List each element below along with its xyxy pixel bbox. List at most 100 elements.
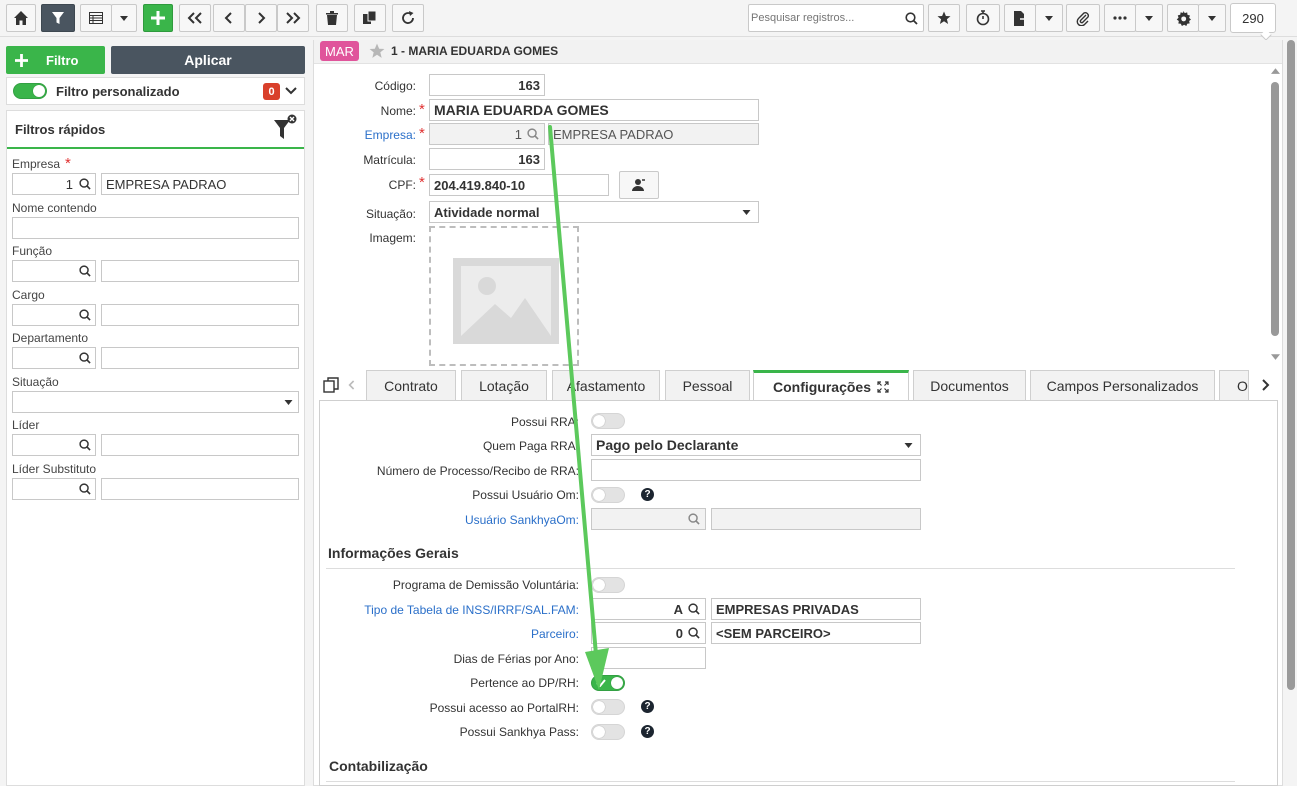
record-scrollbar[interactable] bbox=[1269, 66, 1281, 362]
cpf-label: CPF: bbox=[388, 178, 416, 192]
copy-tab-icon[interactable] bbox=[323, 377, 339, 393]
scrollbar-thumb[interactable] bbox=[1271, 82, 1279, 336]
home-button[interactable] bbox=[6, 4, 36, 32]
refresh-button[interactable] bbox=[392, 4, 424, 32]
help-icon[interactable]: ? bbox=[641, 700, 654, 713]
custom-filter-toggle[interactable] bbox=[13, 83, 47, 99]
custom-filter-count-badge: 0 bbox=[263, 83, 280, 100]
timer-button[interactable] bbox=[966, 4, 1000, 32]
filter-cargo-name[interactable] bbox=[101, 304, 299, 326]
image-upload-area[interactable] bbox=[429, 226, 579, 366]
situacao-select[interactable]: Atividade normal bbox=[429, 201, 759, 223]
scroll-down-icon[interactable] bbox=[1271, 354, 1280, 360]
tabs-scroll-left-icon[interactable] bbox=[348, 379, 356, 391]
search-icon[interactable] bbox=[79, 352, 91, 364]
add-record-button[interactable] bbox=[143, 4, 173, 32]
help-icon[interactable]: ? bbox=[641, 725, 654, 738]
filter-lider-name[interactable] bbox=[101, 434, 299, 456]
delete-button[interactable] bbox=[316, 4, 348, 32]
nome-field[interactable]: MARIA EDUARDA GOMES bbox=[429, 99, 759, 121]
tab-contrato[interactable]: Contrato bbox=[366, 370, 456, 400]
scroll-up-icon[interactable] bbox=[1271, 68, 1280, 74]
codigo-label: Código: bbox=[374, 79, 416, 93]
tab-pessoal[interactable]: Pessoal bbox=[665, 370, 750, 400]
export-dropdown[interactable] bbox=[1035, 4, 1063, 32]
previous-record-button[interactable] bbox=[213, 4, 245, 32]
settings-button[interactable] bbox=[1167, 4, 1199, 32]
tipo-tabela-name: EMPRESAS PRIVADAS bbox=[716, 601, 859, 617]
search-icon[interactable] bbox=[688, 627, 700, 639]
possui-rra-toggle[interactable] bbox=[591, 413, 625, 429]
grid-view-button[interactable] bbox=[80, 4, 112, 32]
programa-demissao-toggle[interactable] bbox=[591, 577, 625, 593]
paperclip-icon bbox=[1076, 11, 1089, 26]
tab-configuracoes[interactable]: Configurações bbox=[753, 370, 909, 401]
caret-down-icon[interactable] bbox=[904, 443, 913, 448]
search-icon[interactable] bbox=[79, 439, 91, 451]
filter-lider-sub-name[interactable] bbox=[101, 478, 299, 500]
last-record-button[interactable] bbox=[277, 4, 309, 32]
search-icon[interactable] bbox=[79, 265, 91, 277]
expand-icon[interactable] bbox=[877, 381, 889, 393]
num-processo-field[interactable] bbox=[591, 459, 921, 481]
search-icon[interactable] bbox=[688, 513, 700, 525]
tab-campos-personalizados[interactable]: Campos Personalizados bbox=[1030, 370, 1215, 400]
parceiro-name: <SEM PARCEIRO> bbox=[716, 625, 831, 641]
filter-toggle-button[interactable] bbox=[41, 4, 75, 32]
filter-nome-input[interactable] bbox=[12, 217, 299, 239]
tabs-scroll-right-icon[interactable] bbox=[1260, 378, 1270, 392]
matricula-field[interactable]: 163 bbox=[429, 148, 545, 170]
search-icon[interactable] bbox=[79, 483, 91, 495]
tab-overflow[interactable]: O bbox=[1219, 370, 1249, 400]
tipo-tabela-label[interactable]: Tipo de Tabela de INSS/IRRF/SAL.FAM: bbox=[364, 603, 579, 617]
search-icon[interactable] bbox=[527, 128, 539, 140]
clear-filter-icon[interactable] bbox=[273, 114, 297, 140]
first-record-button[interactable] bbox=[179, 4, 211, 32]
more-actions-button[interactable] bbox=[1104, 4, 1136, 32]
add-filter-button[interactable]: Filtro bbox=[6, 46, 105, 74]
filter-departamento-name[interactable] bbox=[101, 347, 299, 369]
caret-down-icon bbox=[120, 15, 128, 21]
caret-down-icon[interactable] bbox=[742, 210, 751, 215]
parceiro-label[interactable]: Parceiro: bbox=[531, 627, 579, 641]
cpf-field[interactable]: 204.419.840-10 bbox=[429, 174, 609, 196]
filter-situacao-select[interactable] bbox=[12, 391, 299, 413]
info-gerais-title: Informações Gerais bbox=[328, 545, 459, 561]
parceiro-name-field: <SEM PARCEIRO> bbox=[711, 622, 921, 644]
tab-lotacao[interactable]: Lotação bbox=[461, 370, 547, 400]
favorites-button[interactable] bbox=[928, 4, 960, 32]
page-scrollbar-thumb[interactable] bbox=[1287, 40, 1295, 690]
search-input[interactable] bbox=[751, 9, 901, 27]
grid-view-dropdown[interactable] bbox=[111, 4, 137, 32]
usuario-sankhya-label[interactable]: Usuário SankhyaOm: bbox=[465, 513, 579, 527]
search-icon[interactable] bbox=[79, 178, 91, 190]
tab-afastamento[interactable]: Afastamento bbox=[552, 370, 660, 400]
quem-paga-select[interactable]: Pago pelo Declarante bbox=[591, 434, 921, 456]
cpf-action-button[interactable] bbox=[619, 171, 659, 199]
duplicate-button[interactable] bbox=[354, 4, 386, 32]
caret-down-icon[interactable] bbox=[284, 400, 293, 405]
help-icon[interactable]: ? bbox=[641, 488, 654, 501]
empresa-label[interactable]: Empresa: bbox=[365, 128, 416, 142]
search-icon[interactable] bbox=[688, 603, 700, 615]
search-icon[interactable] bbox=[905, 12, 918, 25]
codigo-field[interactable]: 163 bbox=[429, 74, 545, 96]
search-box[interactable] bbox=[748, 4, 924, 32]
possui-portal-toggle[interactable] bbox=[591, 699, 625, 715]
tab-documentos[interactable]: Documentos bbox=[913, 370, 1026, 400]
attachments-button[interactable] bbox=[1066, 4, 1100, 32]
export-button[interactable] bbox=[1004, 4, 1036, 32]
chevron-down-icon[interactable] bbox=[285, 87, 297, 95]
dias-ferias-field[interactable] bbox=[591, 647, 706, 669]
apply-filter-button[interactable]: Aplicar bbox=[111, 46, 305, 74]
filter-funcao-name[interactable] bbox=[101, 260, 299, 282]
possui-pass-toggle[interactable] bbox=[591, 724, 625, 740]
next-record-button[interactable] bbox=[245, 4, 277, 32]
settings-dropdown[interactable] bbox=[1198, 4, 1226, 32]
more-actions-dropdown[interactable] bbox=[1135, 4, 1163, 32]
favorite-star-icon[interactable] bbox=[369, 43, 385, 59]
caret-down-icon bbox=[1145, 15, 1153, 21]
search-icon[interactable] bbox=[79, 309, 91, 321]
tipo-tabela-code: A bbox=[673, 601, 683, 617]
possui-usuario-toggle[interactable] bbox=[591, 487, 625, 503]
